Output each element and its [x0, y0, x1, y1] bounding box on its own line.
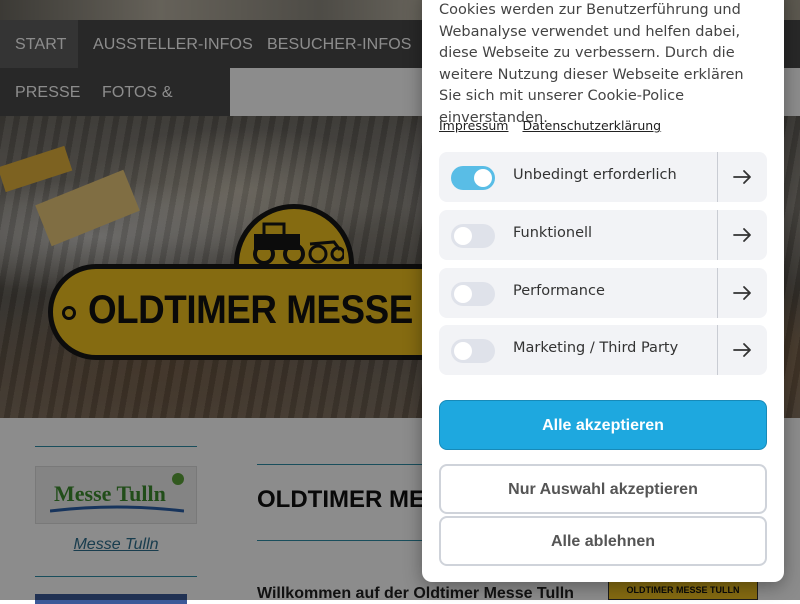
arrow-right-icon[interactable]: [717, 325, 767, 375]
category-label: Funktionell: [513, 225, 593, 241]
cookie-notice-text: Cookies werden zur Benutzerführung und W…: [439, 2, 744, 126]
cookie-category-performance: Performance: [439, 268, 767, 318]
category-label: Performance: [513, 283, 605, 299]
reject-all-button[interactable]: Alle ablehnen: [439, 516, 767, 566]
category-label: Marketing / Third Party: [513, 340, 679, 356]
accept-selection-button[interactable]: Nur Auswahl akzeptieren: [439, 464, 767, 514]
cookie-consent-dialog: Cookies werden zur Benutzerführung und W…: [422, 0, 784, 582]
arrow-right-icon[interactable]: [717, 268, 767, 318]
privacy-policy-link[interactable]: Datenschutzerklärung: [522, 118, 661, 133]
impressum-link[interactable]: Impressum: [439, 118, 508, 133]
cookie-legal-links: Impressum Datenschutzerklärung: [439, 118, 675, 133]
accept-all-button[interactable]: Alle akzeptieren: [439, 400, 767, 450]
required-toggle[interactable]: [451, 166, 495, 190]
toggle-knob: [474, 169, 492, 187]
toggle-knob: [454, 285, 472, 303]
arrow-right-icon[interactable]: [717, 210, 767, 260]
marketing-toggle[interactable]: [451, 339, 495, 363]
cookie-category-required: Unbedingt erforderlich: [439, 152, 767, 202]
arrow-right-icon[interactable]: [717, 152, 767, 202]
toggle-knob: [454, 227, 472, 245]
cookie-category-marketing: Marketing / Third Party: [439, 325, 767, 375]
cookie-category-functional: Funktionell: [439, 210, 767, 260]
functional-toggle[interactable]: [451, 224, 495, 248]
category-label: Unbedingt erforderlich: [513, 167, 677, 183]
toggle-knob: [454, 342, 472, 360]
performance-toggle[interactable]: [451, 282, 495, 306]
